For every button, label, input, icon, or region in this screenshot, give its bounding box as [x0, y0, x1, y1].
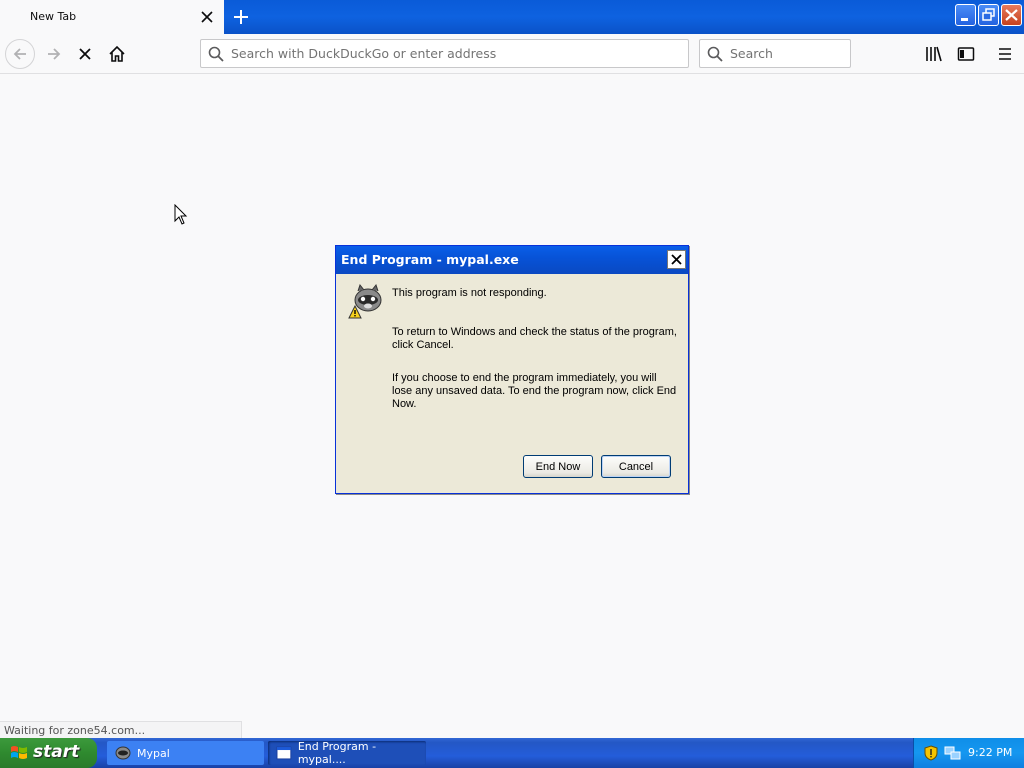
- dialog-titlebar[interactable]: End Program - mypal.exe: [336, 246, 688, 274]
- arrow-left-icon[interactable]: [5, 39, 35, 69]
- navigation-toolbar: [0, 34, 1024, 74]
- system-tray: 9:22 PM: [913, 738, 1024, 768]
- windows-logo-icon: [10, 744, 28, 765]
- cancel-button[interactable]: Cancel: [601, 455, 671, 478]
- end-now-button[interactable]: End Now: [523, 455, 593, 478]
- taskbar-item-end-program[interactable]: End Program - mypal....: [268, 740, 426, 766]
- hamburger-menu-icon[interactable]: [991, 40, 1019, 68]
- raccoon-warning-icon: [346, 282, 386, 325]
- taskbar-item-label: End Program - mypal....: [297, 740, 377, 766]
- window-minimize-button[interactable]: [955, 4, 976, 26]
- security-shield-icon[interactable]: [924, 745, 938, 764]
- url-input[interactable]: [231, 40, 681, 67]
- mouse-pointer-icon: [174, 203, 188, 229]
- status-panel: Waiting for zone54.com...: [0, 721, 242, 738]
- sidebar-icon[interactable]: [952, 40, 980, 68]
- start-button[interactable]: start: [0, 738, 97, 768]
- window-close-button[interactable]: [1001, 4, 1022, 26]
- taskbar: start Mypal End Program - mypal.... 9:22…: [0, 738, 1024, 768]
- url-bar[interactable]: [200, 39, 689, 68]
- plus-icon[interactable]: [230, 6, 252, 28]
- not-responding-message: This program is not responding.: [392, 287, 547, 299]
- cancel-instruction-message: To return to Windows and check the statu…: [392, 326, 677, 351]
- network-icon[interactable]: [944, 745, 962, 764]
- window-restore-button[interactable]: [978, 4, 999, 26]
- dialog-body: This program is not responding. To retur…: [337, 274, 687, 493]
- tab-new-tab[interactable]: New Tab: [0, 0, 224, 34]
- tab-strip: New Tab: [0, 0, 1024, 34]
- stop-x-icon[interactable]: [71, 40, 99, 68]
- library-icon[interactable]: [920, 40, 948, 68]
- close-icon[interactable]: [198, 8, 216, 26]
- clock[interactable]: 9:22 PM: [968, 746, 1012, 759]
- arrow-right-icon[interactable]: [40, 40, 68, 68]
- magnifier-icon: [208, 46, 224, 65]
- end-now-instruction-message: If you choose to end the program immedia…: [392, 372, 677, 410]
- raccoon-icon: [115, 746, 131, 760]
- tab-title: New Tab: [30, 10, 77, 23]
- close-icon: [671, 254, 682, 265]
- dialog-title: End Program - mypal.exe: [341, 252, 519, 267]
- magnifier-icon: [707, 46, 723, 65]
- search-bar[interactable]: [699, 39, 851, 68]
- taskbar-item-mypal[interactable]: Mypal: [107, 741, 264, 765]
- dialog-close-button[interactable]: [667, 250, 686, 269]
- window-icon: [276, 746, 292, 760]
- search-input[interactable]: [730, 40, 845, 67]
- start-label: start: [33, 742, 80, 762]
- end-program-dialog: End Program - mypal.exe This program is …: [335, 245, 689, 494]
- home-icon[interactable]: [103, 40, 131, 68]
- taskbar-item-label: Mypal: [137, 746, 170, 760]
